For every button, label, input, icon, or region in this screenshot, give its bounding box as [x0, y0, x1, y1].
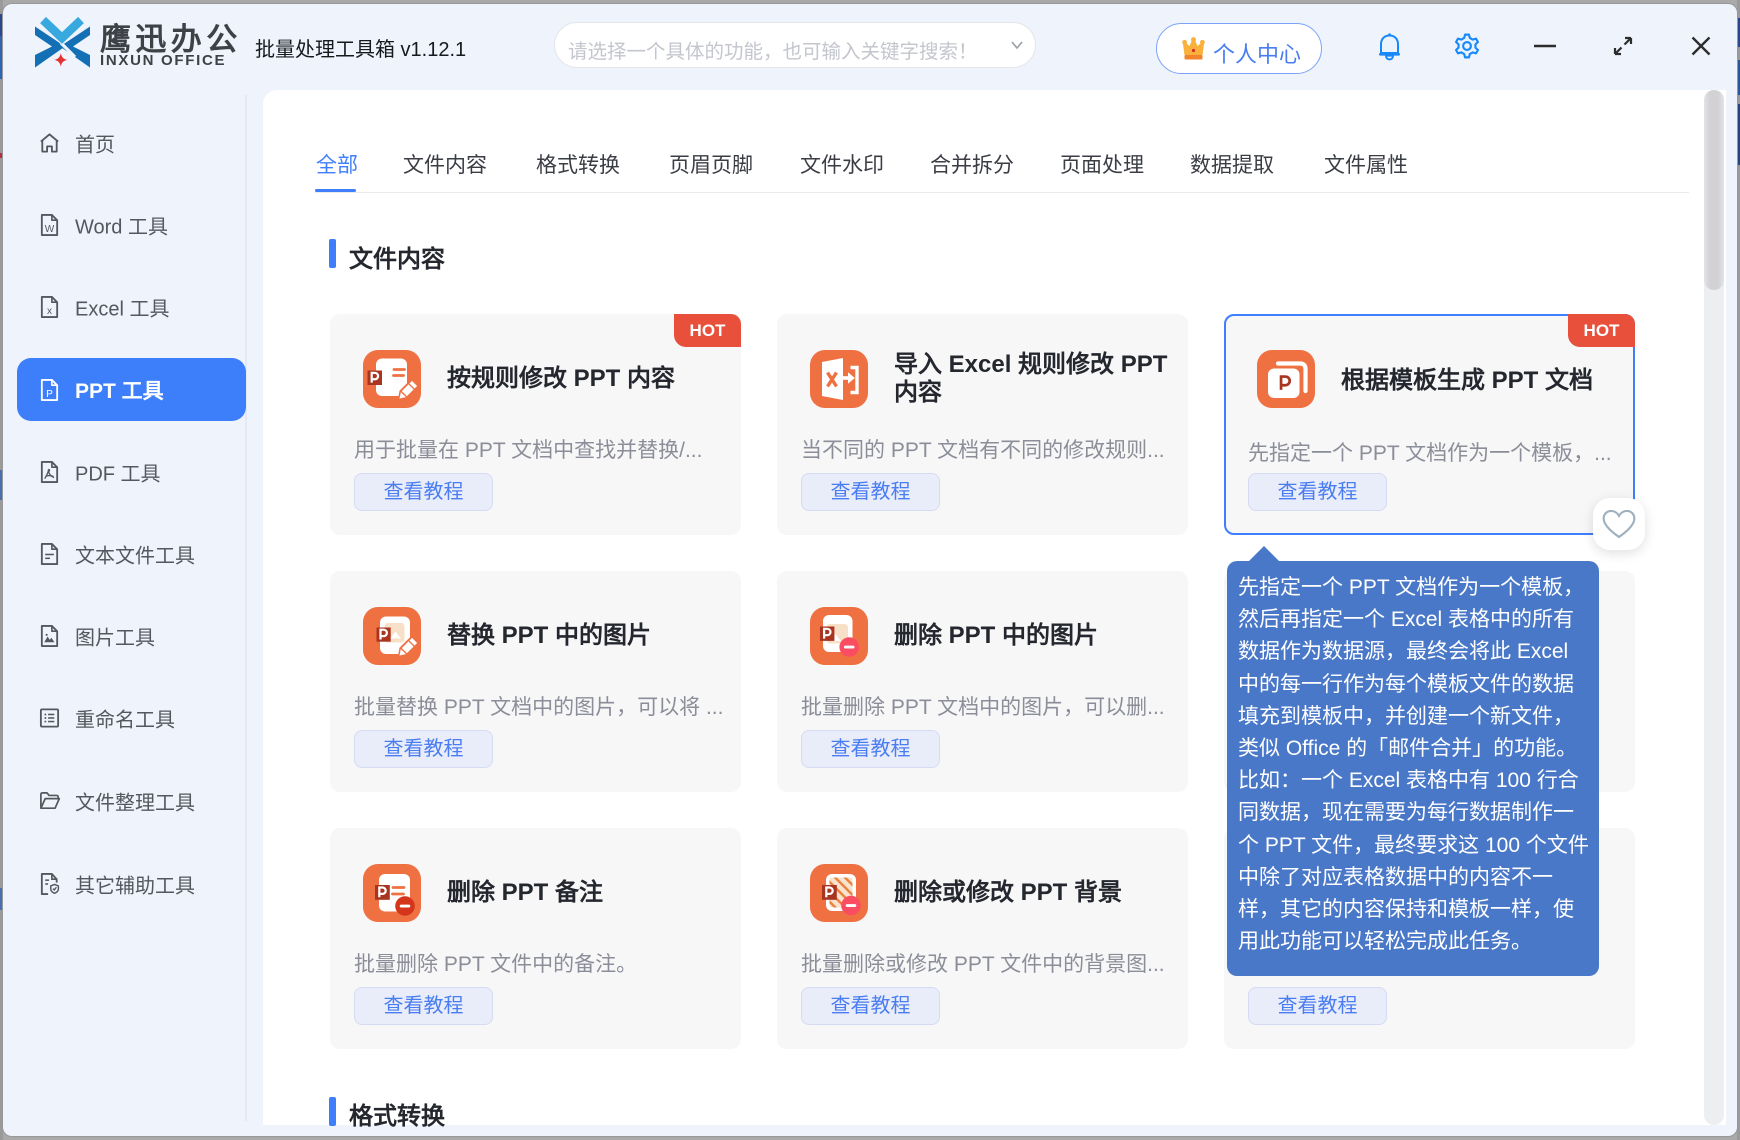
svg-text:x: x — [47, 306, 52, 317]
svg-text:W: W — [45, 224, 55, 235]
svg-text:P: P — [46, 389, 53, 400]
